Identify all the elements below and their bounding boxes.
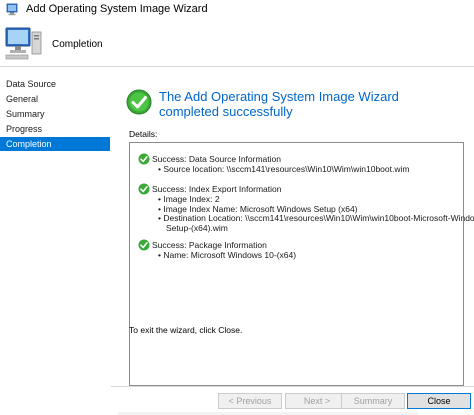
details-label: Details:	[129, 129, 158, 139]
detail-line: • Name: Microsoft Windows 10-(x64)	[158, 250, 297, 260]
next-button[interactable]: Next >	[285, 393, 349, 409]
green-check-icon	[126, 89, 152, 115]
green-check-icon	[138, 153, 150, 165]
detail-line-text: Destination Location: \\sccm141\resource…	[163, 213, 474, 223]
green-check-icon	[138, 239, 150, 251]
sidebar-item-progress[interactable]: Progress	[0, 122, 110, 136]
sidebar-item-completion[interactable]: Completion	[0, 137, 110, 151]
wizard-header: Completion	[0, 20, 474, 66]
close-button[interactable]: Close	[407, 393, 471, 409]
sidebar-item-general[interactable]: General	[0, 92, 110, 106]
completion-headline: The Add Operating System Image Wizard co…	[159, 89, 399, 119]
sidebar-item-summary[interactable]: Summary	[0, 107, 110, 121]
title-bar: Add Operating System Image Wizard	[0, 0, 474, 21]
previous-button[interactable]: < Previous	[218, 393, 282, 409]
computer-icon	[6, 3, 18, 16]
detail-line-text: Image Index Name: Microsoft Windows Setu…	[163, 203, 358, 214]
summary-button[interactable]: Summary	[341, 393, 405, 409]
detail-line-text: Name: Microsoft Windows 10-(x64)	[163, 250, 297, 260]
detail-line-text: Source location: \\sccm141\resources\Win…	[163, 164, 410, 174]
details-box[interactable]: Success: Data Source Information • Sourc…	[129, 142, 474, 386]
exit-instructions: To exit the wizard, click Close.	[129, 325, 243, 335]
computer-monitor-icon	[5, 27, 42, 60]
detail-line-continuation: Setup-(x64).wim	[166, 222, 228, 233]
sidebar-item-data-source[interactable]: Data Source	[0, 77, 110, 91]
green-check-icon	[138, 183, 150, 195]
main-content: The Add Operating System Image Wizard co…	[111, 67, 474, 389]
detail-line: • Source location: \\sccm141\resources\W…	[158, 164, 410, 174]
detail-line-text: Image Index: 2	[163, 194, 220, 204]
page-title: Completion	[52, 39, 103, 50]
footer-divider	[111, 386, 474, 387]
sidebar: Data Source General Summary Progress Com…	[0, 67, 111, 389]
window-title: Add Operating System Image Wizard	[26, 3, 208, 15]
